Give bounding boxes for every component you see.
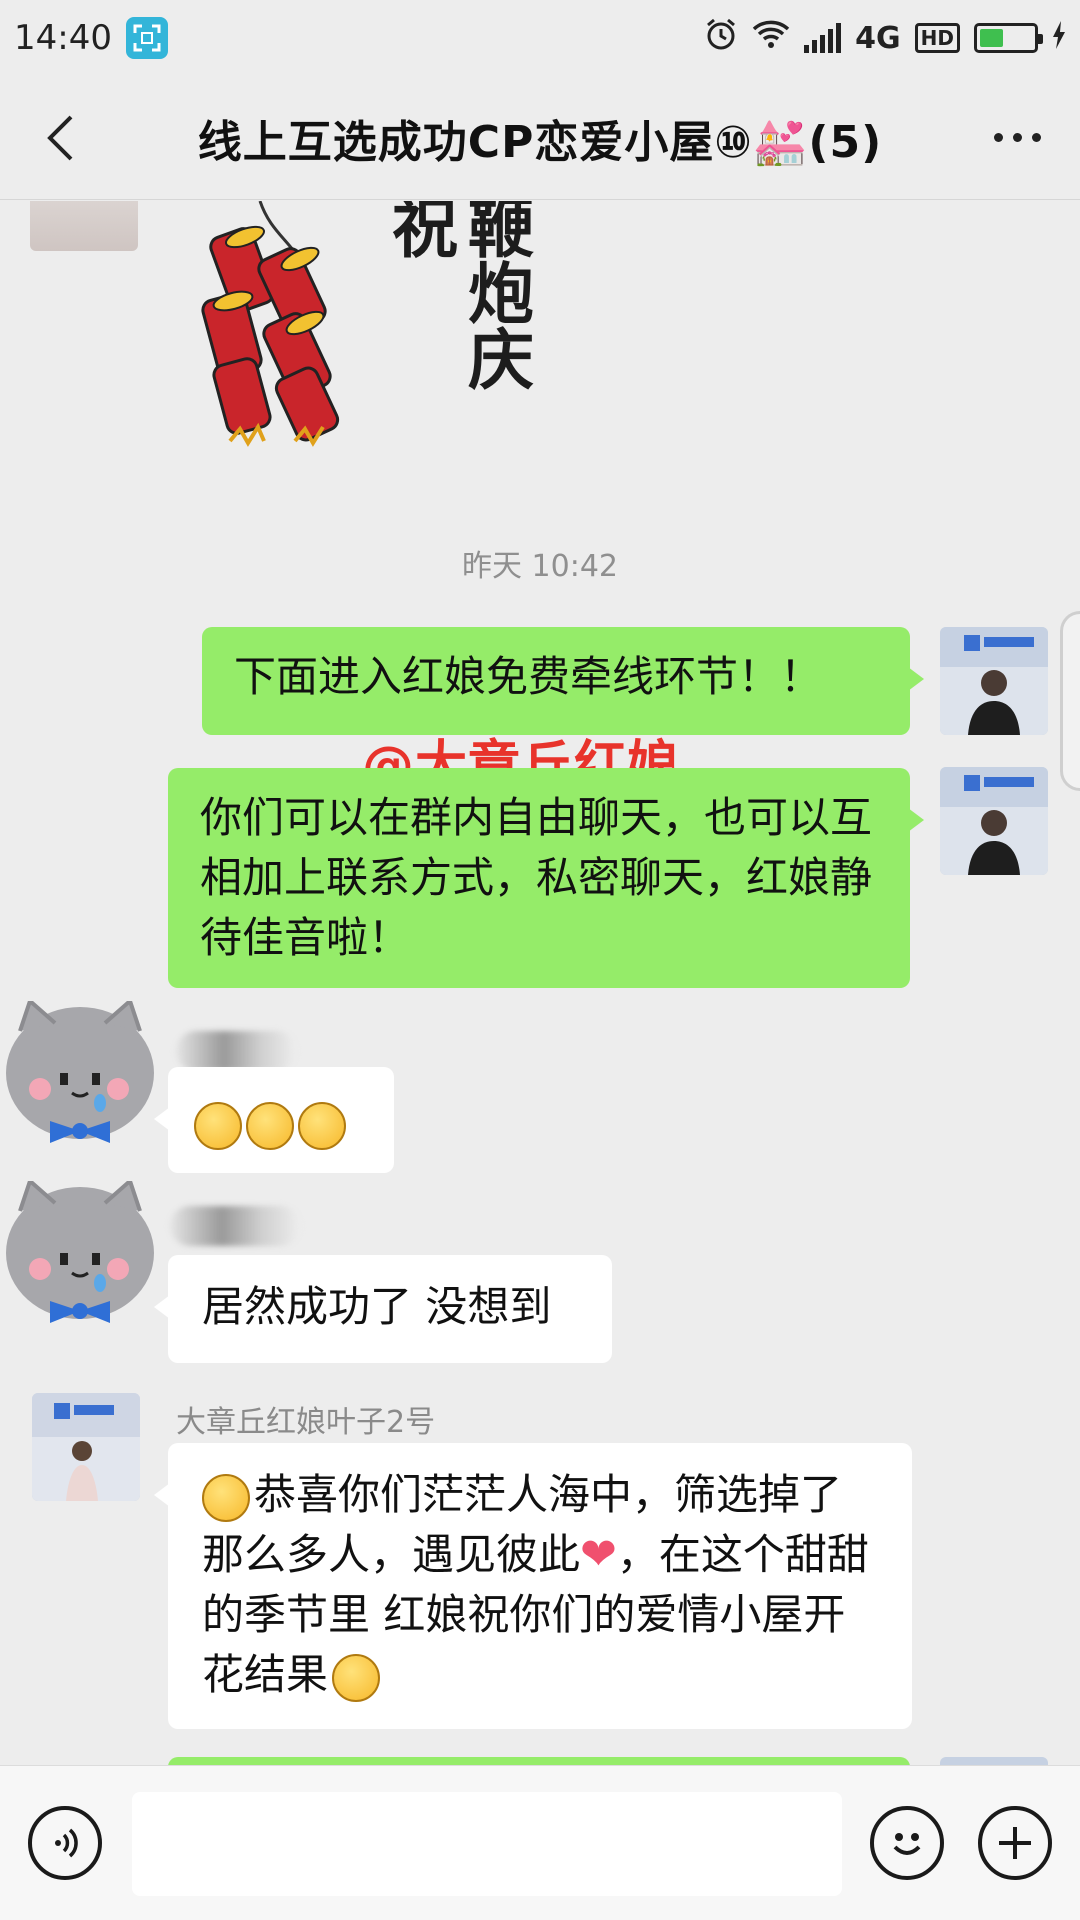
matchmaker-avatar[interactable] [940,627,1048,735]
message-bubble[interactable] [154,1067,394,1173]
chat-area[interactable]: 鞭炮庆祝 昨天 10:42 下面进入红娘免费牵线环节！！ @大章丘红娘 你们可以… [0,201,1080,1765]
more-dot [1012,132,1022,142]
smirk-emoji [298,1101,346,1150]
sender-name: 大章丘红娘叶子2号 [176,1405,436,1440]
battery-icon [974,23,1043,53]
charging-icon [1052,18,1066,58]
chat-header: 线上互选成功CP恋爱小屋⑩💒(5) [0,76,1080,200]
message-bubble[interactable]: 下面进入红娘免费牵线环节！！ [202,627,924,735]
message-text: 你们可以在群内自由聊天，也可以互相加上联系方式，私密聊天，红娘静待佳音啦！ [200,793,873,962]
status-bar: 14:40 4G HD [0,0,1080,76]
message-bubble[interactable]: 你们可以在群内自由聊天，也可以互相加上联系方式，私密聊天，红娘静待佳音啦！ [168,768,924,988]
sender-avatar[interactable] [30,201,138,251]
wifi-icon [752,18,790,58]
smile-emoji [332,1653,381,1702]
side-drawer-handle[interactable] [1060,611,1080,791]
matchmaker-avatar-partial[interactable] [940,1757,1048,1765]
plus-button[interactable] [978,1806,1052,1880]
more-dot [993,132,1003,142]
plus-icon [999,1827,1031,1859]
heart-emoji: ❤ [580,1529,617,1580]
message-bubble[interactable]: 恭喜你们茫茫人海中，筛选掉了那么多人，遇见彼此❤，在这个甜甜的季节里 红娘祝你们… [154,1443,912,1729]
signal-icon [804,23,842,53]
emoji-icon [893,1833,921,1855]
matchmaker-photo [940,627,1048,735]
battery-level [980,29,1004,47]
matchmaker-avatar[interactable] [940,767,1048,875]
message-input[interactable] [132,1792,842,1896]
hd-badge: HD [914,23,960,53]
cat-avatar-image [6,1177,154,1323]
message-text: 下面进入红娘免费牵线环节！！ [234,652,823,701]
message-bubble[interactable]: 居然成功了 没想到 [154,1255,612,1363]
sticker-caption: 鞭炮庆祝 [381,201,535,391]
smirk-emoji [246,1101,294,1150]
cat-avatar[interactable] [0,997,160,1151]
more-button[interactable] [982,112,1052,162]
more-dot [1031,132,1041,142]
voice-button[interactable] [28,1806,102,1880]
screenshot-app-icon [125,17,168,59]
network-label: 4G [855,20,901,56]
message-text: 居然成功了 没想到 [202,1282,552,1331]
chat-title: 线上互选成功CP恋爱小屋⑩💒(5) [197,116,883,168]
message-bubble-partial[interactable] [168,1757,910,1765]
message-timestamp: 昨天 10:42 [462,549,618,584]
cat-avatar[interactable] [0,1177,160,1331]
smirk-emoji [194,1101,242,1150]
grin-emoji [202,1473,250,1522]
status-icons: 4G HD [704,17,1066,60]
alarm-icon [704,17,738,60]
input-bar [0,1765,1080,1920]
matchmaker-photo [32,1393,140,1501]
status-time: 14:40 [14,18,112,58]
back-button[interactable] [30,104,90,172]
matchmaker-photo [940,767,1048,875]
cat-avatar-image [6,997,154,1143]
emoji-button[interactable] [870,1806,944,1880]
sender-name-redacted [176,1031,296,1071]
chevron-left-icon [47,115,73,161]
voice-icon [55,1828,78,1858]
firecracker-image [201,201,340,447]
matchmaker-avatar[interactable] [32,1393,140,1501]
sender-name-redacted [170,1206,300,1246]
